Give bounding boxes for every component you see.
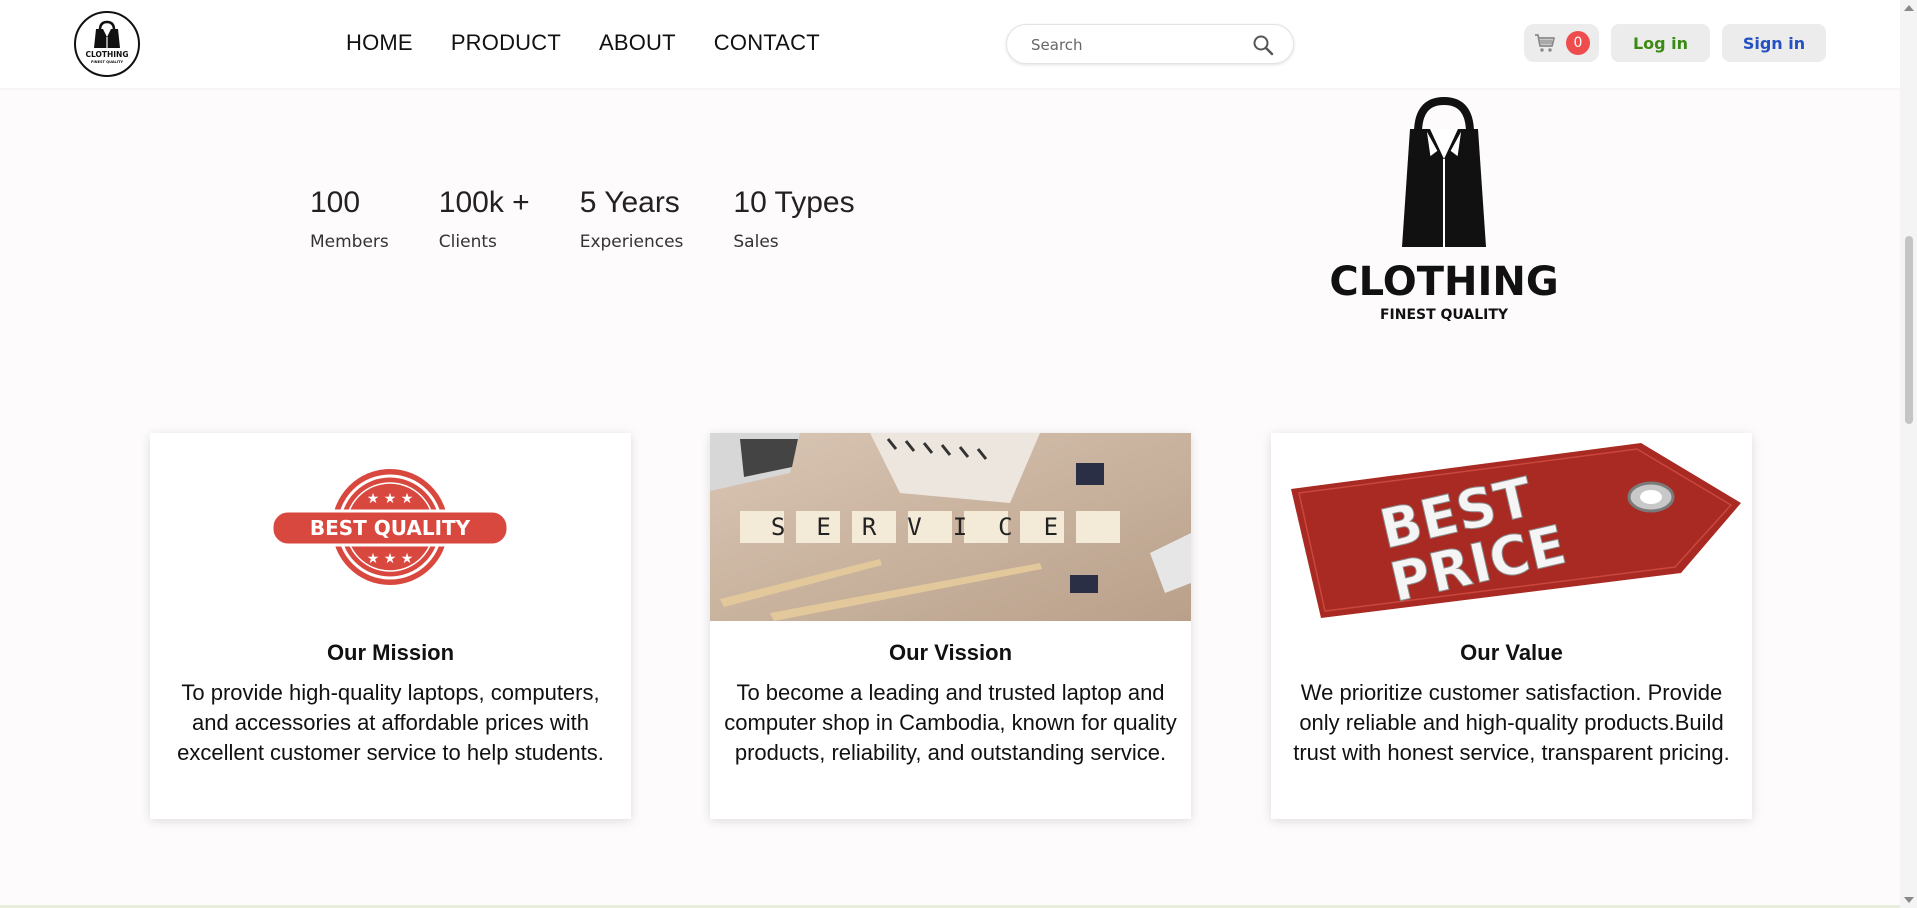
stat-experiences: 5 Years Experiences [580, 186, 684, 252]
badge-text: BEST QUALITY [310, 516, 471, 540]
main-nav: HOME PRODUCT ABOUT CONTACT [346, 30, 858, 56]
nav-product[interactable]: PRODUCT [451, 30, 561, 56]
nav-about[interactable]: ABOUT [599, 30, 676, 56]
nav-home[interactable]: HOME [346, 30, 413, 56]
nav-contact[interactable]: CONTACT [714, 30, 820, 56]
stat-label: Clients [438, 232, 497, 252]
top-navbar: CLOTHING FINEST QUALITY HOME PRODUCT ABO… [0, 0, 1900, 88]
vertical-scrollbar[interactable] [1900, 0, 1917, 908]
signin-button[interactable]: Sign in [1722, 24, 1826, 62]
clothing-bag-logo-icon: CLOTHING FINEST QUALITY [85, 20, 129, 64]
scroll-down-arrow-icon[interactable] [1904, 897, 1914, 903]
cart-count-badge: 0 [1566, 31, 1590, 55]
login-button[interactable]: Log in [1611, 24, 1710, 62]
cart-button[interactable]: 0 [1524, 24, 1599, 62]
search-icon[interactable] [1251, 33, 1275, 57]
mission-card: ★ ★ ★ ★ ★ ★ BEST QUALITY Our Mission To … [150, 433, 631, 819]
card-title: Our Value [1460, 640, 1563, 665]
scroll-up-arrow-icon[interactable] [1904, 5, 1914, 11]
card-text: We prioritize customer satisfaction. Pro… [1293, 680, 1730, 765]
stat-label: Members [310, 232, 389, 252]
card-image: ★ ★ ★ ★ ★ ★ BEST QUALITY [150, 433, 631, 621]
stat-value: 100 [310, 186, 361, 219]
brand-logo: CLOTHING FINEST QUALITY [1329, 96, 1559, 323]
stat-value: 10 Types [733, 186, 855, 219]
stats-row: 100 Members 100k + Clients 5 Years Exper… [310, 186, 905, 252]
card-image: BEST PRICE [1271, 433, 1752, 621]
stat-label: Sales [733, 232, 779, 252]
service-text: SERVICE [771, 513, 1089, 541]
best-quality-badge: ★ ★ ★ ★ ★ ★ BEST QUALITY [150, 433, 631, 621]
search-box [1006, 24, 1294, 64]
card-title: Our Vission [888, 640, 1013, 665]
service-letter-tiles: SERVICE [710, 433, 1191, 621]
site-logo[interactable]: CLOTHING FINEST QUALITY [74, 11, 140, 77]
scroll-thumb[interactable] [1905, 236, 1913, 424]
stat-sales: 10 Types Sales [733, 186, 854, 252]
brand-name: CLOTHING [1329, 259, 1558, 305]
cart-icon [1535, 34, 1555, 52]
card-image: SERVICE [710, 433, 1191, 621]
logo-subtext: FINEST QUALITY [91, 60, 123, 64]
card-title: Our Mission [326, 640, 455, 665]
svg-text:★ ★ ★: ★ ★ ★ [367, 491, 414, 507]
svg-text:★ ★ ★: ★ ★ ★ [367, 551, 414, 567]
stat-label: Experiences [579, 232, 684, 252]
search-input[interactable] [1031, 34, 1231, 56]
card-text: To become a leading and trusted laptop a… [724, 680, 1177, 765]
card-text: To provide high-quality laptops, compute… [177, 680, 604, 765]
value-card: BEST PRICE Our Value We prioritize custo… [1271, 433, 1752, 819]
brand-tagline: FINEST QUALITY [1380, 307, 1509, 323]
stat-clients: 100k + Clients [439, 186, 530, 252]
stat-value: 5 Years [579, 186, 680, 219]
stat-members: 100 Members [310, 186, 389, 252]
vision-card: SERVICE Our Vission To become a leading … [710, 433, 1191, 819]
logo-text: CLOTHING [85, 50, 128, 59]
best-price-tag: BEST PRICE [1271, 433, 1752, 621]
stat-value: 100k + [438, 186, 530, 219]
